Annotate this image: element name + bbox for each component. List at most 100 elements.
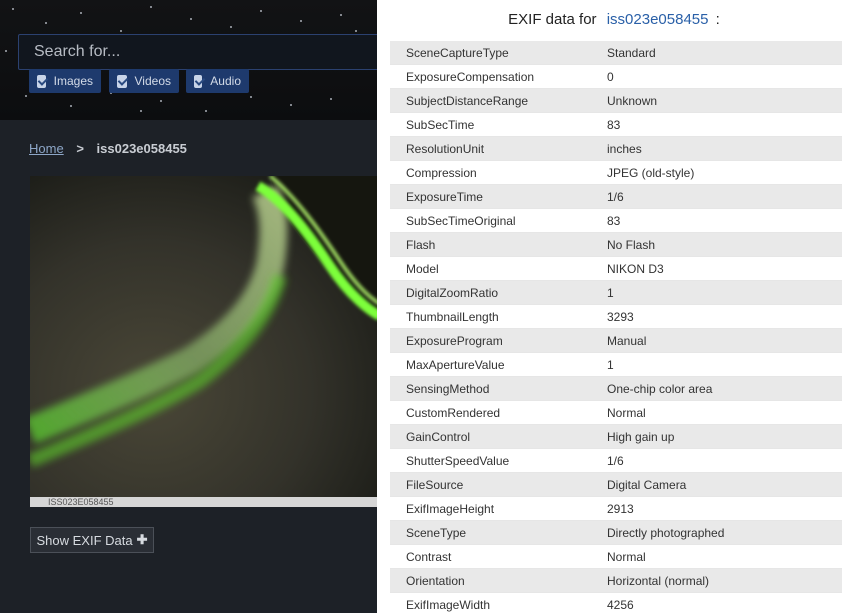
exif-key: ExposureCompensation	[406, 69, 535, 84]
exif-row: ExposureCompensation 0	[390, 65, 842, 89]
checkbox-icon[interactable]	[117, 74, 127, 88]
exif-row: SensingMethod One-chip color area	[390, 377, 842, 401]
exif-key: SubjectDistanceRange	[406, 93, 529, 108]
star	[250, 96, 252, 98]
exif-key: DigitalZoomRatio	[406, 285, 499, 300]
exif-table: SceneCaptureType Standard ExposureCompensa…	[390, 41, 842, 613]
exif-value: Normal	[607, 405, 646, 420]
exif-row: Contrast Normal	[390, 545, 842, 569]
exif-row: FileSource Digital Camera	[390, 473, 842, 497]
exif-value: 1/6	[607, 189, 624, 204]
exif-row: Model NIKON D3	[390, 257, 842, 281]
exif-value: 4256	[607, 597, 634, 612]
breadcrumb-current: iss023e058455	[96, 141, 187, 156]
aurora-photo[interactable]	[30, 176, 380, 507]
filter-images[interactable]: Images	[29, 69, 101, 93]
exif-value: NIKON D3	[607, 261, 664, 276]
exif-value: High gain up	[607, 429, 675, 444]
exif-key: ResolutionUnit	[406, 141, 485, 156]
star	[12, 8, 14, 10]
filter-label: Audio	[210, 74, 241, 88]
photo-caption: ISS023E058455	[30, 497, 380, 507]
exif-value: 2913	[607, 501, 634, 516]
exif-key: ExposureProgram	[406, 333, 503, 348]
star	[80, 12, 82, 14]
exif-value: Digital Camera	[607, 477, 687, 492]
exif-value: 1	[607, 357, 614, 372]
exif-value: 83	[607, 213, 621, 228]
exif-key: Orientation	[406, 573, 465, 588]
filter-videos[interactable]: Videos	[109, 69, 179, 93]
exif-value: inches	[607, 141, 642, 156]
exif-key: SensingMethod	[406, 381, 490, 396]
exif-button-label: Show EXIF Data	[36, 532, 133, 548]
exif-key: ExifImageHeight	[406, 501, 495, 516]
exif-value: 83	[607, 117, 621, 132]
exif-value: Normal	[607, 549, 646, 564]
star	[330, 98, 332, 100]
exif-value: Standard	[607, 45, 656, 60]
exif-key: ExifImageWidth	[406, 597, 491, 612]
exif-value: 0	[607, 69, 614, 84]
panel-title-suffix: :	[715, 11, 720, 28]
exif-key: SubSecTimeOriginal	[406, 213, 516, 228]
exif-key: ShutterSpeedValue	[406, 453, 510, 468]
exif-row: MaxApertureValue 1	[390, 353, 842, 377]
star	[300, 20, 302, 22]
exif-value: No Flash	[607, 237, 656, 252]
exif-value: Unknown	[607, 93, 658, 108]
exif-value: Manual	[607, 333, 647, 348]
star	[5, 50, 7, 52]
exif-key: FileSource	[406, 477, 464, 492]
breadcrumb-separator: >	[76, 141, 84, 156]
star	[190, 18, 192, 20]
star	[290, 104, 292, 106]
filter-audio[interactable]: Audio	[186, 69, 249, 93]
exif-key: SceneCaptureType	[406, 45, 509, 60]
exif-row: SubjectDistanceRange Unknown	[390, 89, 842, 113]
star	[120, 30, 122, 32]
exif-row: ExposureProgram Manual	[390, 329, 842, 353]
exif-row: ShutterSpeedValue 1/6	[390, 449, 842, 473]
exif-value: Horizontal (normal)	[607, 573, 710, 588]
star	[25, 95, 27, 97]
filter-label: Videos	[134, 74, 171, 88]
checkbox-icon[interactable]	[194, 74, 203, 88]
exif-key: Compression	[406, 165, 477, 180]
star	[355, 30, 357, 32]
exif-value: 1/6	[607, 453, 624, 468]
star	[70, 105, 72, 107]
exif-panel: EXIF data for iss023e058455 : SceneCaptu…	[377, 0, 851, 613]
exif-row: SceneType Directly photographed	[390, 521, 842, 545]
exif-key: SubSecTime	[406, 117, 475, 132]
exif-value: 3293	[607, 309, 634, 324]
search-input[interactable]: Search for...	[18, 34, 390, 70]
exif-row: ExposureTime 1/6	[390, 185, 842, 209]
exif-row: ExifImageWidth 4256	[390, 593, 842, 613]
exif-row: ThumbnailLength 3293	[390, 305, 842, 329]
star	[205, 110, 207, 112]
breadcrumb-home-link[interactable]: Home	[29, 141, 64, 156]
exif-key: SceneType	[406, 525, 467, 540]
exif-row: Compression JPEG (old-style)	[390, 161, 842, 185]
panel-title-id: iss023e058455	[606, 11, 709, 28]
star	[340, 14, 342, 16]
exif-row: ExifImageHeight 2913	[390, 497, 842, 521]
exif-value: Directly photographed	[607, 525, 725, 540]
exif-row: SubSecTimeOriginal 83	[390, 209, 842, 233]
exif-key: Flash	[406, 237, 436, 252]
breadcrumb: Home > iss023e058455	[29, 141, 187, 156]
show-exif-button[interactable]: Show EXIF Data ✚	[30, 527, 154, 553]
exif-row: SubSecTime 83	[390, 113, 842, 137]
exif-value: 1	[607, 285, 614, 300]
exif-row: Orientation Horizontal (normal)	[390, 569, 842, 593]
panel-title-prefix: EXIF data for	[508, 11, 597, 28]
exif-value: JPEG (old-style)	[607, 165, 695, 180]
checkbox-icon[interactable]	[37, 74, 46, 88]
exif-key: Contrast	[406, 549, 452, 564]
star	[150, 6, 152, 8]
exif-row: ResolutionUnit inches	[390, 137, 842, 161]
star	[140, 110, 142, 112]
exif-row: CustomRendered Normal	[390, 401, 842, 425]
star	[230, 26, 232, 28]
